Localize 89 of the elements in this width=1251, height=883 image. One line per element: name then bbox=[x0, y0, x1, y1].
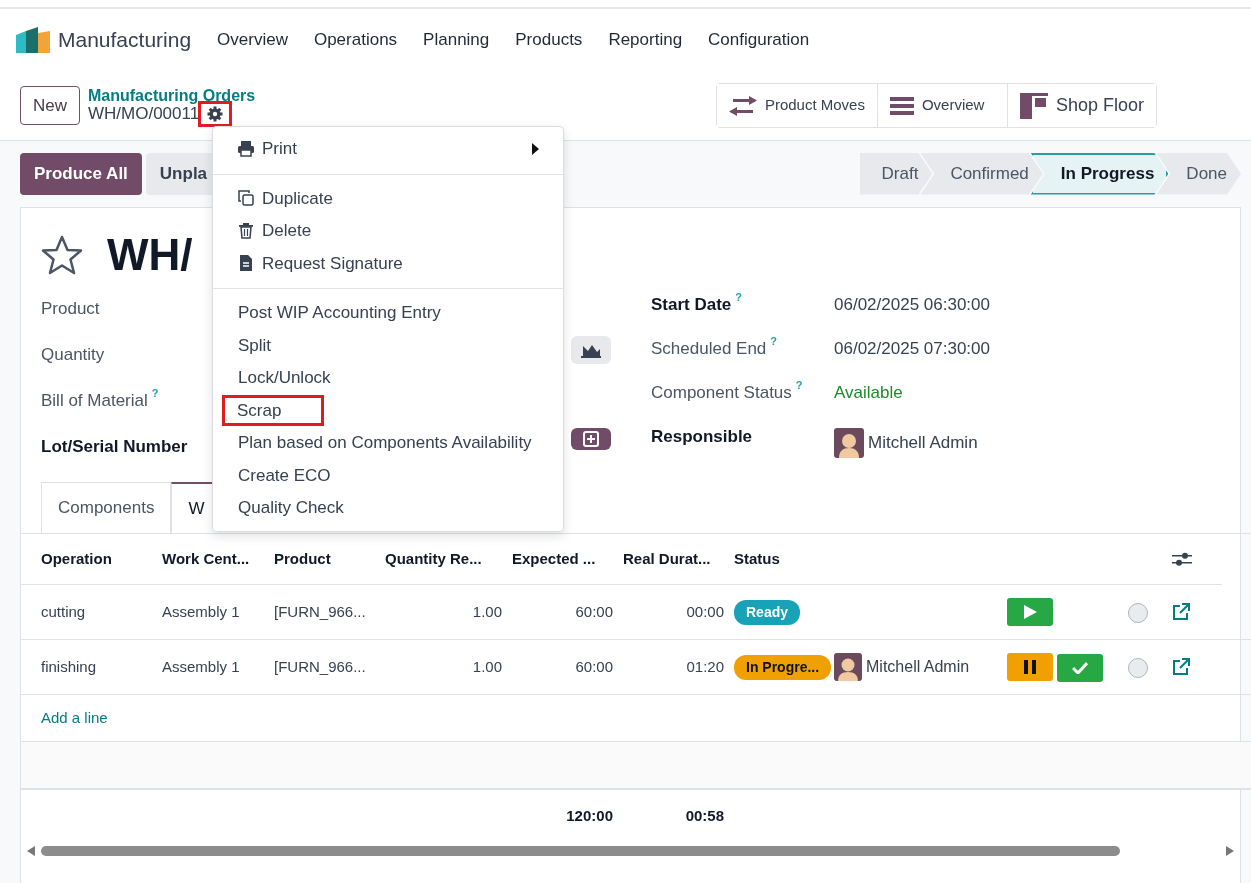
stage-step[interactable]: In Progress bbox=[1030, 153, 1169, 195]
menu-item[interactable]: Planning bbox=[423, 27, 490, 53]
column-header[interactable]: Quantity Re... bbox=[375, 533, 502, 585]
optional-columns-icon[interactable] bbox=[1172, 551, 1192, 567]
pause-button[interactable] bbox=[1007, 652, 1053, 681]
status-value: Available bbox=[834, 381, 903, 404]
table-cell: 60:00 bbox=[502, 639, 613, 695]
menu-item[interactable]: Configuration bbox=[708, 27, 810, 53]
breadcrumb-link[interactable]: Manufacturing Orders bbox=[88, 86, 256, 105]
field-label: Product bbox=[41, 297, 100, 320]
external-link-icon[interactable] bbox=[1172, 603, 1190, 621]
avatar-icon bbox=[834, 427, 864, 458]
caret-icon bbox=[532, 142, 539, 155]
trash-icon bbox=[238, 222, 254, 239]
menu-item-label[interactable]: Scrap bbox=[237, 400, 282, 420]
menu-item[interactable]: Operations bbox=[313, 27, 398, 53]
menu-item[interactable]: Request Signature bbox=[213, 247, 563, 280]
user-name: Mitchell Admin bbox=[866, 657, 970, 677]
menu-item[interactable]: Overview bbox=[217, 27, 288, 53]
add-line-link[interactable]: Add a line bbox=[41, 708, 108, 726]
menu-item[interactable]: Post WIP Accounting Entry bbox=[213, 297, 563, 330]
external-link-icon[interactable] bbox=[1172, 658, 1190, 676]
start-button[interactable] bbox=[1007, 598, 1053, 626]
column-header[interactable]: Work Cent... bbox=[152, 533, 264, 585]
avatar-icon bbox=[834, 653, 862, 681]
action-button[interactable]: Produce All bbox=[20, 153, 142, 195]
table-cell: 60:00 bbox=[502, 584, 613, 640]
column-header[interactable]: Operation bbox=[21, 533, 152, 585]
stage-step[interactable]: Confirmed bbox=[920, 153, 1043, 195]
record-name: WH/MO/00011 bbox=[88, 104, 200, 124]
table-cell: 1.00 bbox=[375, 639, 502, 695]
table-cell: [FURN_966... bbox=[264, 584, 375, 640]
document-icon bbox=[238, 255, 254, 272]
total-cell: 120:00 bbox=[502, 788, 613, 844]
table-cell: 01:20 bbox=[613, 639, 724, 695]
app-name[interactable]: Manufacturing bbox=[58, 24, 192, 56]
printer-icon bbox=[238, 140, 254, 157]
field-value: 06/02/2025 07:30:00 bbox=[834, 337, 990, 360]
smart-button[interactable]: Product Moves bbox=[716, 84, 878, 127]
record-title: WH/ bbox=[107, 228, 193, 281]
forecast-button[interactable] bbox=[571, 335, 611, 364]
table-cell: finishing bbox=[21, 639, 152, 695]
field-label: Responsible bbox=[651, 426, 753, 446]
user-name: Mitchell Admin bbox=[868, 431, 978, 454]
pause-icon bbox=[1024, 659, 1036, 674]
stage-step[interactable]: Draft bbox=[859, 153, 933, 195]
list-icon bbox=[889, 95, 914, 116]
field-label: Bill of Material bbox=[41, 389, 148, 412]
copy-icon bbox=[238, 190, 254, 207]
stage-step[interactable]: Done bbox=[1156, 153, 1241, 195]
menu-item[interactable]: Delete bbox=[213, 215, 563, 248]
column-header[interactable]: Expected ... bbox=[502, 533, 613, 585]
total-cell: 00:58 bbox=[613, 788, 724, 844]
field-label: Scheduled End bbox=[651, 338, 767, 358]
menu-item[interactable]: Plan based on Components Availability bbox=[213, 427, 563, 460]
table-cell: 00:00 bbox=[613, 584, 724, 640]
status-badge: In Progre... bbox=[734, 654, 832, 680]
table-cell: [FURN_966... bbox=[264, 639, 375, 695]
table-cell: Assembly 1 bbox=[152, 639, 264, 695]
star-icon[interactable] bbox=[41, 234, 83, 275]
field-label: Component Status bbox=[651, 382, 792, 402]
status-badge: Ready bbox=[734, 599, 801, 625]
field-value: 06/02/2025 06:30:00 bbox=[834, 293, 990, 316]
column-header[interactable]: Status bbox=[724, 533, 835, 585]
plus-square-icon bbox=[583, 430, 599, 447]
menu-item[interactable]: Products bbox=[515, 27, 583, 53]
scrollbar-thumb[interactable] bbox=[41, 845, 1120, 856]
settings-icon[interactable] bbox=[207, 106, 224, 123]
column-header[interactable]: Real Durat... bbox=[613, 533, 724, 585]
add-button[interactable] bbox=[571, 427, 611, 450]
play-icon bbox=[1023, 605, 1037, 619]
tab[interactable]: Components bbox=[41, 481, 172, 533]
check-icon bbox=[1072, 661, 1088, 674]
field-label: Quantity bbox=[41, 343, 105, 366]
app-logo-icon bbox=[16, 27, 50, 53]
arrows-icon bbox=[728, 95, 757, 116]
menu-item[interactable]: Lock/Unlock bbox=[213, 362, 563, 395]
menu-item[interactable]: Split bbox=[213, 329, 563, 362]
field-label: Lot/Serial Number bbox=[41, 435, 188, 458]
table-cell: Assembly 1 bbox=[152, 584, 264, 640]
new-button[interactable]: New bbox=[20, 85, 80, 126]
column-header[interactable]: Product bbox=[264, 533, 375, 585]
scroll-left-icon[interactable] bbox=[27, 845, 35, 856]
menu-item[interactable]: Reporting bbox=[608, 27, 683, 53]
shop-floor-icon bbox=[1019, 92, 1048, 119]
scroll-right-icon[interactable] bbox=[1226, 845, 1234, 856]
field-label: Start Date bbox=[651, 294, 732, 314]
table-cell: 1.00 bbox=[375, 584, 502, 640]
table-cell: cutting bbox=[21, 584, 152, 640]
